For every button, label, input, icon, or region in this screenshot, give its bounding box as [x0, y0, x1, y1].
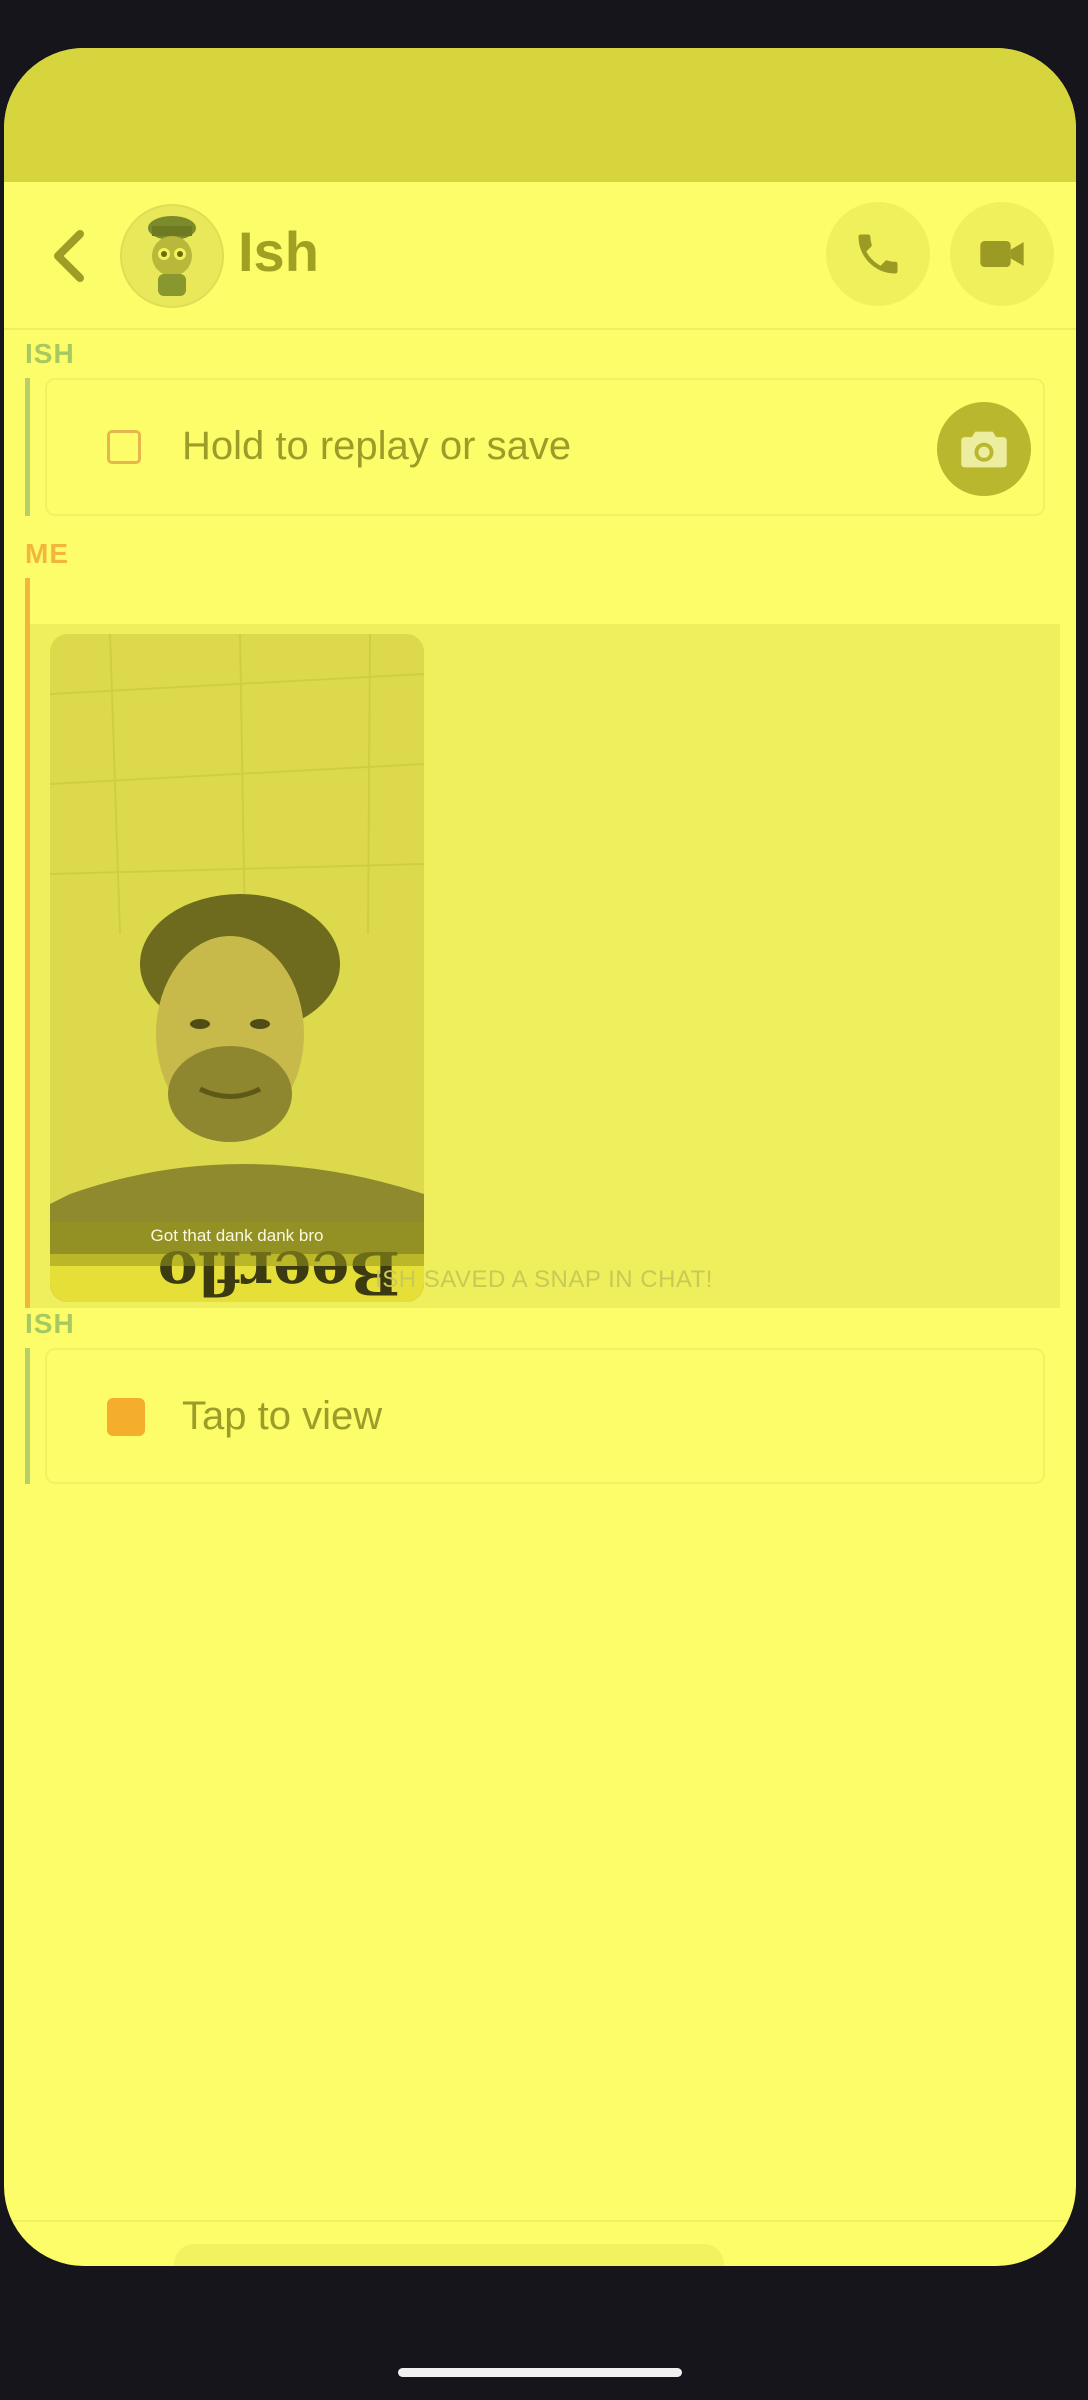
system-notification: ISH SAVED A SNAP IN CHAT!: [375, 1266, 713, 1293]
message-bubble[interactable]: Hold to replay or save: [45, 378, 1045, 516]
avatar[interactable]: [120, 204, 224, 308]
camera-icon: [961, 431, 1007, 468]
unopened-snap-icon: [107, 1398, 145, 1436]
snap-message[interactable]: Hold to replay or save: [25, 378, 1050, 516]
friend-name[interactable]: Ish: [238, 218, 319, 286]
video-call-button[interactable]: [950, 202, 1054, 306]
opened-snap-icon: [107, 430, 141, 464]
chat-input[interactable]: [174, 2244, 724, 2266]
snap-caption: Got that dank dank bro: [150, 1226, 324, 1245]
status-bar-area: [4, 48, 1076, 182]
message-bubble[interactable]: Tap to view: [45, 1348, 1045, 1484]
snap-message[interactable]: Tap to view: [25, 1348, 1050, 1484]
selfie-photo: Beerflo: [50, 634, 424, 1302]
phone-icon: [858, 234, 898, 274]
call-button[interactable]: [826, 202, 930, 306]
back-button[interactable]: [40, 224, 96, 288]
reply-camera-button[interactable]: [937, 402, 1031, 496]
chevron-left-icon: [54, 230, 84, 282]
chat-header: Ish: [4, 182, 1076, 330]
snap-image[interactable]: Beerflo Got that dank dank bro: [50, 634, 424, 1302]
video-camera-icon: [980, 241, 1024, 267]
saved-snap-message: Beerflo Got that dank dank bro: [25, 578, 1060, 1308]
message-text: Tap to view: [182, 1394, 383, 1438]
sender-label: ME: [25, 538, 69, 569]
bitmoji-icon: [148, 216, 196, 296]
home-indicator[interactable]: [398, 2368, 682, 2377]
sender-label: ISH: [25, 1308, 75, 1339]
message-text: Hold to replay or save: [182, 424, 572, 468]
chat-screen: Ish ISH Hold to replay or save ME Beerfl…: [4, 48, 1076, 2266]
sender-label: ISH: [25, 338, 75, 369]
composer-divider: [4, 2220, 1076, 2222]
